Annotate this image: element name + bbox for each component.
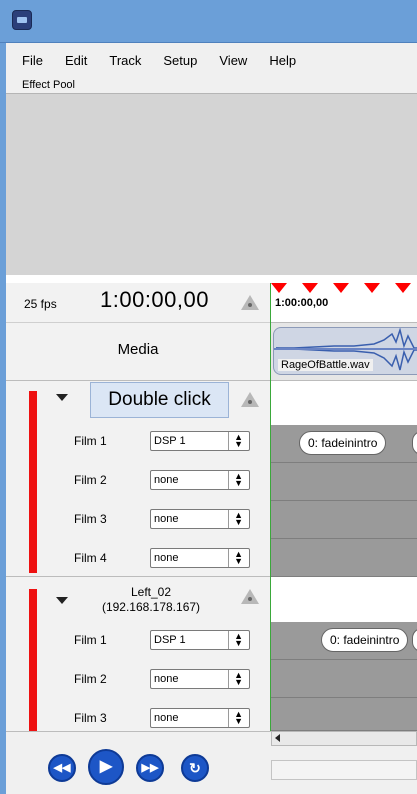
- dsp-select[interactable]: none ▲ ▼: [150, 669, 250, 689]
- select-value: none: [154, 552, 179, 564]
- title-bar: [0, 0, 417, 43]
- updown-icon: ▲ ▼: [234, 631, 243, 648]
- updown-icon: ▲ ▼: [234, 709, 243, 726]
- menu-help[interactable]: Help: [269, 53, 296, 68]
- select-value: DSP 1: [154, 435, 186, 447]
- marker-icon: [364, 283, 380, 293]
- select-value: none: [154, 712, 179, 724]
- timeline-scroll-area[interactable]: [271, 760, 417, 780]
- eject-icon[interactable]: [239, 390, 261, 410]
- eject-icon[interactable]: [239, 293, 261, 313]
- timeline-track[interactable]: [271, 660, 417, 698]
- effect-clip[interactable]: [412, 628, 417, 652]
- track-group: Left_02 (192.168.178.167) Film 1 DSP 1 ▲ ▼…: [6, 577, 270, 731]
- select-value: DSP 1: [154, 634, 186, 646]
- dsp-select[interactable]: none ▲ ▼: [150, 548, 250, 568]
- track-label: Film 1: [74, 434, 107, 448]
- menu-track[interactable]: Track: [109, 53, 141, 68]
- audio-clip-name: RageOfBattle.wav: [278, 359, 373, 371]
- marker-icon: [333, 283, 349, 293]
- dsp-select[interactable]: none ▲ ▼: [150, 708, 250, 728]
- timeline-track[interactable]: 0: fadeinintro: [271, 425, 417, 463]
- menu-file[interactable]: File: [22, 53, 43, 68]
- collapse-arrow-icon[interactable]: [56, 394, 68, 401]
- double-click-tooltip: Double click: [90, 382, 229, 418]
- updown-icon: ▲ ▼: [234, 549, 243, 566]
- horizontal-scrollbar[interactable]: [271, 731, 417, 746]
- menu-setup[interactable]: Setup: [163, 53, 197, 68]
- timeline-group-header: [271, 381, 417, 425]
- eject-icon[interactable]: [239, 587, 261, 607]
- audio-track[interactable]: RageOfBattle.wav: [271, 323, 417, 381]
- skip-back-icon[interactable]: ◀◀: [48, 754, 76, 782]
- play-icon[interactable]: ▶: [88, 749, 124, 785]
- track-label: Film 1: [74, 633, 107, 647]
- track-label: Film 4: [74, 551, 107, 565]
- menu-edit[interactable]: Edit: [65, 53, 87, 68]
- dsp-select[interactable]: DSP 1 ▲ ▼: [150, 431, 250, 451]
- group-marker: [29, 391, 37, 573]
- timecode-display: 1:00:00,00: [100, 287, 209, 312]
- menu-view[interactable]: View: [219, 53, 247, 68]
- fps-label: 25 fps: [24, 297, 57, 311]
- dsp-select[interactable]: none ▲ ▼: [150, 470, 250, 490]
- device-ip: (192.168.178.167): [101, 600, 201, 614]
- scroll-left-icon[interactable]: [275, 734, 280, 742]
- select-value: none: [154, 673, 179, 685]
- timeline-track[interactable]: [271, 539, 417, 577]
- app-icon[interactable]: [12, 10, 32, 30]
- marker-icon: [271, 283, 287, 293]
- timeline-track[interactable]: [271, 698, 417, 731]
- transport-header: 25 fps 1:00:00,00: [6, 283, 270, 323]
- effect-clip[interactable]: 0: fadeinintro: [321, 628, 409, 652]
- audio-clip[interactable]: RageOfBattle.wav: [273, 327, 417, 375]
- track-label: Film 2: [74, 672, 107, 686]
- timeline-track[interactable]: 0: fadeinintro: [271, 622, 417, 660]
- menu-bar: File Edit Track Setup View Help: [6, 43, 417, 77]
- loop-icon[interactable]: ↻: [181, 754, 209, 782]
- effect-clip[interactable]: 0: fadeinintro: [299, 431, 387, 455]
- timeline-separator: [270, 283, 271, 731]
- dsp-select[interactable]: none ▲ ▼: [150, 509, 250, 529]
- updown-icon: ▲ ▼: [234, 471, 243, 488]
- track-label: Film 3: [74, 711, 107, 725]
- select-value: none: [154, 513, 179, 525]
- device-name: Left_02: [130, 585, 172, 599]
- timeline-group-header: [271, 577, 417, 622]
- track-label: Film 3: [74, 512, 107, 526]
- select-value: none: [154, 474, 179, 486]
- updown-icon: ▲ ▼: [234, 432, 243, 449]
- timeline-track[interactable]: [271, 463, 417, 501]
- timeline-ruler[interactable]: 1:00:00,00: [271, 283, 417, 323]
- dsp-select[interactable]: DSP 1 ▲ ▼: [150, 630, 250, 650]
- marker-icon: [395, 283, 411, 293]
- group-marker: [29, 589, 37, 731]
- track-label: Film 2: [74, 473, 107, 487]
- marker-icon: [302, 283, 318, 293]
- effect-pool-label: Effect Pool: [6, 77, 417, 93]
- timeline-track[interactable]: [271, 501, 417, 539]
- updown-icon: ▲ ▼: [234, 670, 243, 687]
- media-label: Media: [117, 341, 159, 358]
- effect-clip[interactable]: [412, 431, 417, 455]
- updown-icon: ▲ ▼: [234, 510, 243, 527]
- media-row[interactable]: Media: [6, 323, 270, 381]
- skip-forward-icon[interactable]: ▶▶: [136, 754, 164, 782]
- ruler-timecode: 1:00:00,00: [275, 297, 329, 309]
- effect-pool-area[interactable]: [6, 93, 417, 275]
